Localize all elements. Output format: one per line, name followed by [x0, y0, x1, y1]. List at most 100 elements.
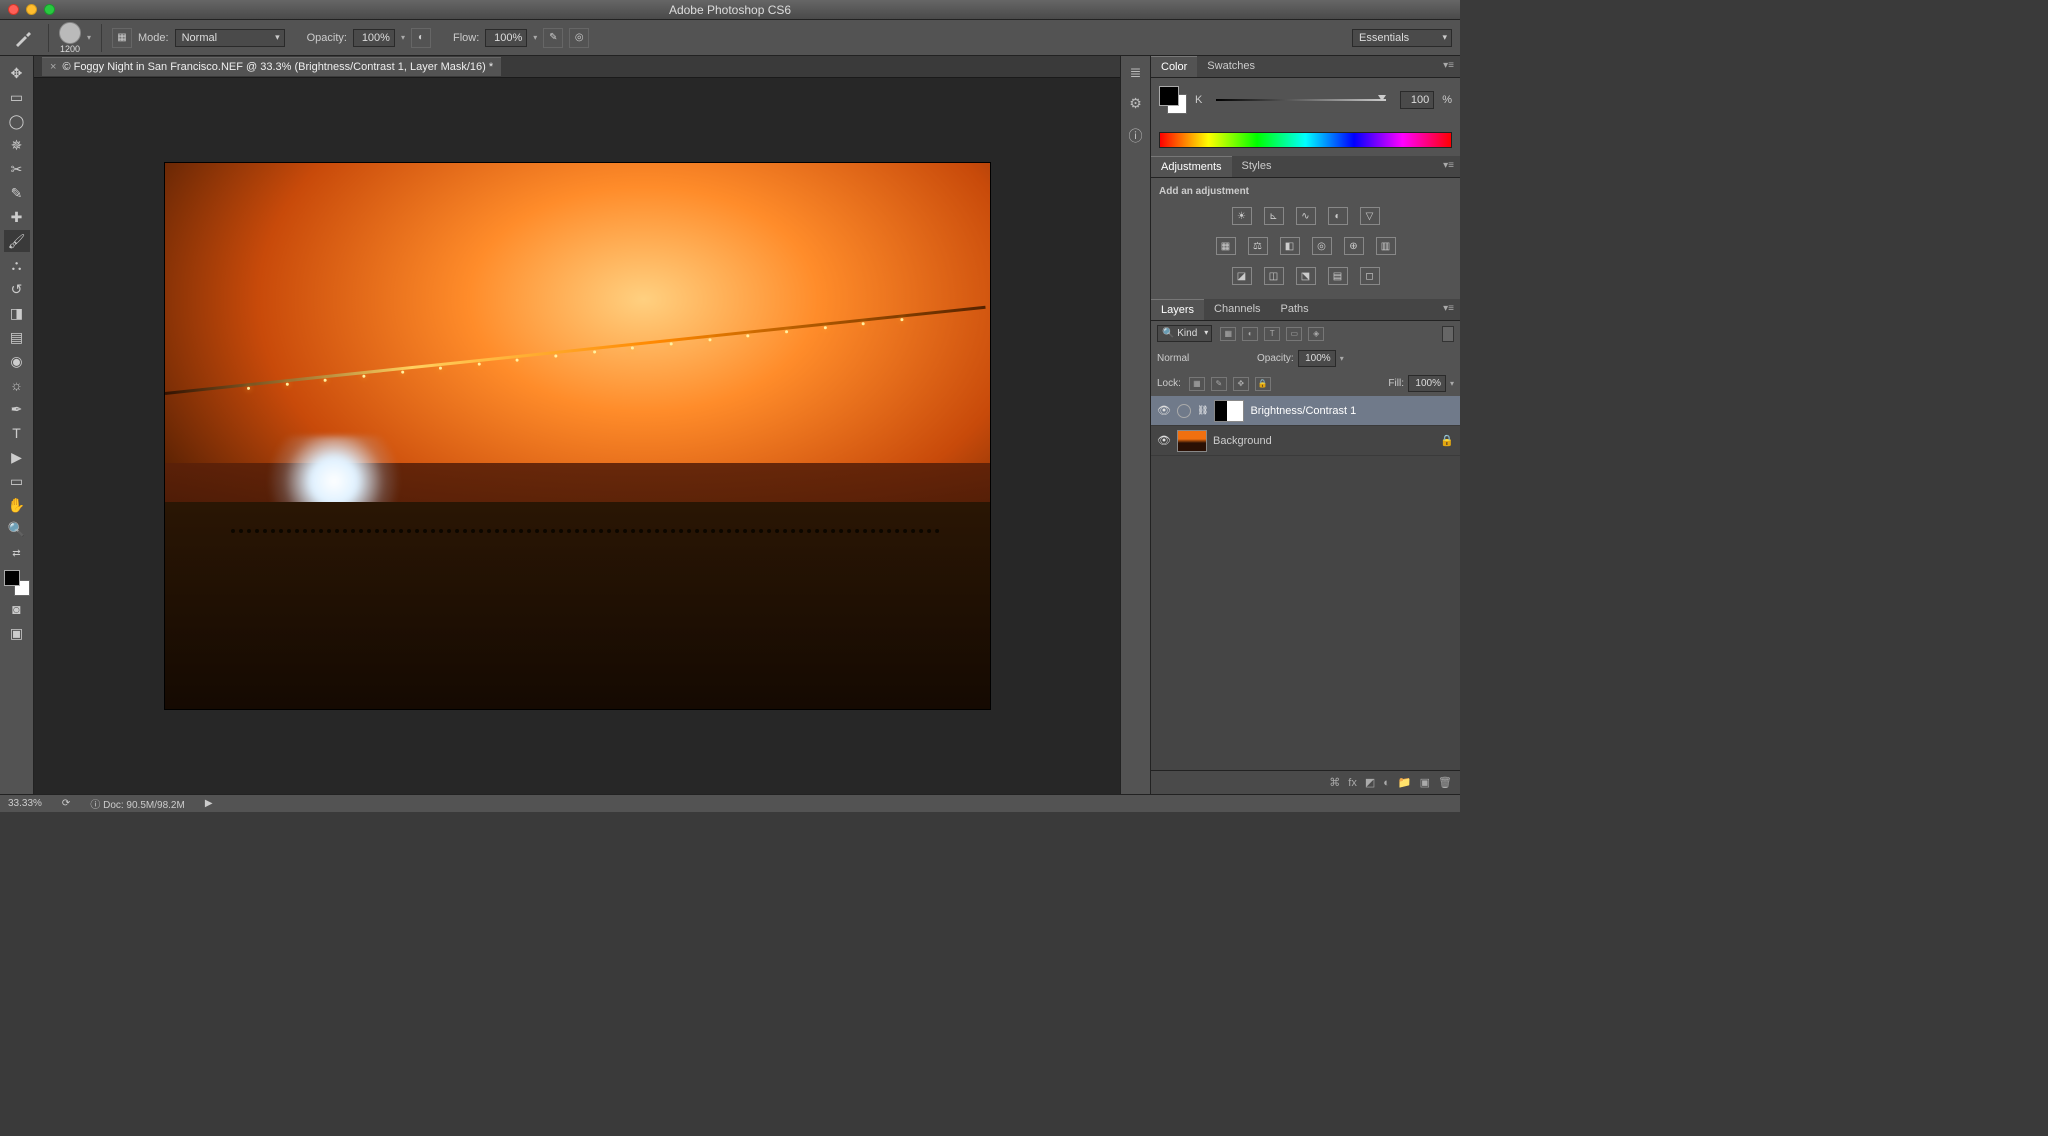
lock-all-icon[interactable]: 🔒: [1255, 377, 1271, 391]
filter-pixel-icon[interactable]: ▦: [1220, 327, 1236, 341]
tab-adjustments[interactable]: Adjustments: [1151, 156, 1232, 177]
brightness-contrast-icon[interactable]: ☀: [1232, 207, 1252, 225]
brush-tool-indicator[interactable]: [8, 25, 38, 51]
color-balance-icon[interactable]: ⚖: [1248, 237, 1268, 255]
color-slider[interactable]: [1216, 99, 1386, 101]
layer-opacity-input[interactable]: 100%: [1298, 350, 1336, 367]
filter-adjust-icon[interactable]: ◐: [1242, 327, 1258, 341]
visibility-toggle-icon[interactable]: 👁: [1157, 404, 1171, 418]
selective-color-icon[interactable]: ◻: [1360, 267, 1380, 285]
gradient-map-icon[interactable]: ▤: [1328, 267, 1348, 285]
color-panel-menu-icon[interactable]: ▾≡: [1437, 56, 1460, 77]
layer-mask-thumbnail[interactable]: [1214, 400, 1244, 422]
gradient-tool-icon[interactable]: ▤: [4, 326, 30, 348]
channel-mixer-icon[interactable]: ⊕: [1344, 237, 1364, 255]
adjustments-panel-menu-icon[interactable]: ▾≡: [1437, 156, 1460, 177]
photo-filter-icon[interactable]: ◎: [1312, 237, 1332, 255]
link-layers-icon[interactable]: ⌘: [1329, 776, 1340, 789]
info-panel-icon[interactable]: ⓘ: [1129, 126, 1143, 146]
tab-swatches[interactable]: Swatches: [1197, 56, 1265, 77]
layer-row[interactable]: 👁 ⛓ Brightness/Contrast 1: [1151, 396, 1460, 426]
doc-info-arrow-icon[interactable]: ▶: [205, 798, 213, 809]
opacity-input[interactable]: 100%: [353, 29, 395, 47]
canvas-viewport[interactable]: [34, 78, 1120, 794]
dodge-tool-icon[interactable]: ☼: [4, 374, 30, 396]
filter-toggle[interactable]: [1442, 326, 1454, 342]
adjustment-layer-icon[interactable]: [1177, 404, 1191, 418]
lasso-tool-icon[interactable]: ◯: [4, 110, 30, 132]
delete-layer-icon[interactable]: 🗑: [1438, 776, 1452, 789]
close-tab-icon[interactable]: ×: [50, 61, 56, 73]
vibrance-icon[interactable]: ▽: [1360, 207, 1380, 225]
quick-select-tool-icon[interactable]: ✵: [4, 134, 30, 156]
brush-panel-toggle-icon[interactable]: ▦: [112, 28, 132, 48]
lock-transparent-icon[interactable]: ▦: [1189, 377, 1205, 391]
blend-mode-dropdown[interactable]: Normal: [175, 29, 285, 47]
color-spectrum-ramp[interactable]: [1159, 132, 1452, 148]
doc-size[interactable]: ⓘ Doc: 90.5M/98.2M: [90, 796, 185, 811]
layer-blend-mode-dropdown[interactable]: Normal: [1157, 353, 1253, 364]
levels-icon[interactable]: ⊾: [1264, 207, 1284, 225]
new-adjustment-layer-icon[interactable]: ◐: [1383, 777, 1390, 789]
foreground-background-colors[interactable]: [4, 570, 30, 596]
new-group-icon[interactable]: 📁: [1398, 776, 1412, 789]
history-panel-icon[interactable]: ≣: [1130, 64, 1142, 81]
lock-position-icon[interactable]: ✥: [1233, 377, 1249, 391]
threshold-icon[interactable]: ⬔: [1296, 267, 1316, 285]
brush-preset-picker[interactable]: 1200: [59, 22, 81, 54]
layer-name[interactable]: Brightness/Contrast 1: [1250, 405, 1356, 417]
tablet-pressure-size-icon[interactable]: ◎: [569, 28, 589, 48]
fill-input[interactable]: 100%: [1408, 375, 1446, 392]
crop-tool-icon[interactable]: ✂: [4, 158, 30, 180]
exposure-icon[interactable]: ◐: [1328, 207, 1348, 225]
layer-fx-icon[interactable]: fx: [1348, 777, 1357, 789]
curves-icon[interactable]: ∿: [1296, 207, 1316, 225]
properties-panel-icon[interactable]: ⚙: [1129, 95, 1142, 112]
flow-input[interactable]: 100%: [485, 29, 527, 47]
color-value-input[interactable]: 100: [1400, 91, 1434, 109]
tab-color[interactable]: Color: [1151, 56, 1197, 77]
move-tool-icon[interactable]: ✥: [4, 62, 30, 84]
healing-brush-tool-icon[interactable]: ✚: [4, 206, 30, 228]
pen-tool-icon[interactable]: ✒: [4, 398, 30, 420]
tab-paths[interactable]: Paths: [1271, 299, 1319, 320]
quick-mask-icon[interactable]: ◙: [4, 598, 30, 620]
filter-shape-icon[interactable]: ▭: [1286, 327, 1302, 341]
lock-pixels-icon[interactable]: ✎: [1211, 377, 1227, 391]
link-mask-icon[interactable]: ⛓: [1197, 405, 1208, 416]
add-mask-icon[interactable]: ◩: [1365, 776, 1375, 789]
path-select-tool-icon[interactable]: ▶: [4, 446, 30, 468]
doc-info-icon[interactable]: ⟳: [62, 798, 70, 809]
tab-channels[interactable]: Channels: [1204, 299, 1270, 320]
layer-name[interactable]: Background: [1213, 435, 1272, 447]
color-fg-bg[interactable]: [1159, 86, 1187, 114]
eraser-tool-icon[interactable]: ◨: [4, 302, 30, 324]
zoom-level[interactable]: 33.33%: [8, 798, 42, 809]
bw-icon[interactable]: ◧: [1280, 237, 1300, 255]
type-tool-icon[interactable]: T: [4, 422, 30, 444]
document-tab[interactable]: × © Foggy Night in San Francisco.NEF @ 3…: [42, 57, 501, 76]
airbrush-icon[interactable]: ✎: [543, 28, 563, 48]
tab-layers[interactable]: Layers: [1151, 299, 1204, 320]
shape-tool-icon[interactable]: ▭: [4, 470, 30, 492]
layer-row[interactable]: 👁 Background 🔒: [1151, 426, 1460, 456]
filter-smart-icon[interactable]: ◈: [1308, 327, 1324, 341]
filter-type-icon[interactable]: T: [1264, 327, 1280, 341]
visibility-toggle-icon[interactable]: 👁: [1157, 434, 1171, 448]
marquee-tool-icon[interactable]: ▭: [4, 86, 30, 108]
swap-colors-icon[interactable]: ⇄: [4, 542, 30, 564]
screen-mode-icon[interactable]: ▣: [4, 622, 30, 644]
history-brush-tool-icon[interactable]: ↺: [4, 278, 30, 300]
blur-tool-icon[interactable]: ◉: [4, 350, 30, 372]
hand-tool-icon[interactable]: ✋: [4, 494, 30, 516]
color-lookup-icon[interactable]: ▥: [1376, 237, 1396, 255]
tab-styles[interactable]: Styles: [1232, 156, 1282, 177]
posterize-icon[interactable]: ◫: [1264, 267, 1284, 285]
layer-thumbnail[interactable]: [1177, 430, 1207, 452]
layer-filter-kind[interactable]: 🔍 Kind: [1157, 325, 1212, 342]
new-layer-icon[interactable]: ▣: [1420, 776, 1430, 789]
hue-sat-icon[interactable]: ▦: [1216, 237, 1236, 255]
eyedropper-tool-icon[interactable]: ✎: [4, 182, 30, 204]
clone-stamp-tool-icon[interactable]: ⛬: [4, 254, 30, 276]
zoom-tool-icon[interactable]: 🔍: [4, 518, 30, 540]
